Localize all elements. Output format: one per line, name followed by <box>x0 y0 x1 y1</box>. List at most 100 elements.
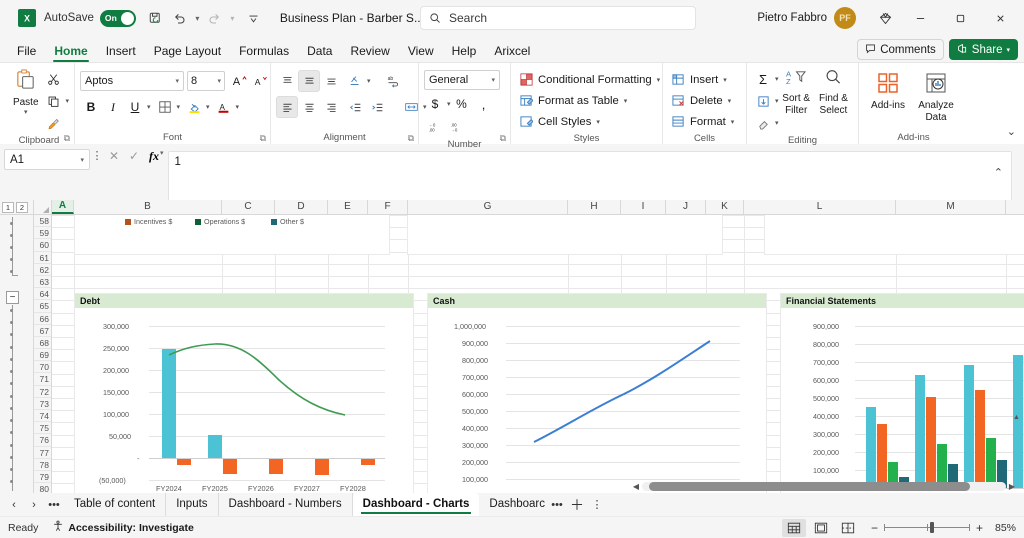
column-header-l[interactable]: L <box>744 200 896 214</box>
paste-dropdown-icon[interactable]: ▾ <box>24 108 28 116</box>
increase-font-size-button[interactable]: A <box>228 70 250 92</box>
format-chevron-icon[interactable]: ▾ <box>731 118 735 126</box>
ribbon-tab-formulas[interactable]: Formulas <box>230 42 298 62</box>
chart-card-debt[interactable]: Debt 300,000 250,000 200,000 150,000 100… <box>74 293 414 493</box>
clear-dropdown-icon[interactable]: ▾ <box>775 119 779 127</box>
font-color-button[interactable]: A <box>213 96 235 118</box>
row-header-79[interactable]: 79 <box>34 471 51 484</box>
chart-card-opex[interactable]: FY2024 FY2025 FY2026 FY2027 FY2028 Salar… <box>74 215 390 255</box>
column-header-a[interactable]: A <box>52 200 74 214</box>
align-top-button[interactable] <box>276 70 298 92</box>
search-box[interactable]: Search <box>420 6 696 30</box>
sheet-tab-dashboard-overflow[interactable]: Dashboarc <box>479 493 547 516</box>
cancel-formula-icon[interactable]: ✕ <box>104 149 124 163</box>
row-header-75[interactable]: 75 <box>34 422 51 435</box>
currency-format-button[interactable]: $ <box>424 93 446 115</box>
sheet-tab-dashboard-charts[interactable]: Dashboard - Charts <box>352 493 480 516</box>
comma-format-button[interactable]: , <box>473 93 495 115</box>
align-center-button[interactable] <box>298 96 320 118</box>
redo-dropdown-icon[interactable]: ▾ <box>227 14 238 23</box>
undo-icon[interactable] <box>168 6 192 30</box>
decrease-indent-button[interactable] <box>344 96 366 118</box>
sheet-tab-table-of-content[interactable]: Table of content <box>64 493 167 516</box>
row-header-72[interactable]: 72 <box>34 386 51 398</box>
fill-color-button[interactable] <box>183 96 205 118</box>
orientation-button[interactable] <box>344 70 366 92</box>
diamond-icon[interactable] <box>870 11 900 26</box>
zoom-track[interactable] <box>883 522 970 533</box>
ribbon-tab-review[interactable]: Review <box>341 42 398 62</box>
horizontal-scroll-thumb[interactable] <box>649 481 970 491</box>
row-header-73[interactable]: 73 <box>34 398 51 410</box>
conditional-formatting-button[interactable]: Conditional Formatting ▾ <box>516 69 663 90</box>
share-chevron-icon[interactable]: ▾ <box>1006 46 1010 54</box>
ribbon-tab-home[interactable]: Home <box>45 42 96 62</box>
font-name-chevron-icon[interactable]: ▾ <box>175 77 179 85</box>
find-select-button[interactable]: Find & Select <box>814 66 853 116</box>
copy-button[interactable] <box>42 90 64 112</box>
align-bottom-button[interactable] <box>320 70 342 92</box>
number-dialog-launcher[interactable]: ⧉ <box>500 133 506 144</box>
cell-styles-chevron-icon[interactable]: ▾ <box>596 118 600 126</box>
column-header-m[interactable]: M <box>896 200 1006 214</box>
percent-format-button[interactable]: % <box>451 93 473 115</box>
row-header-58[interactable]: 58 <box>34 215 51 228</box>
ribbon-tab-insert[interactable]: Insert <box>97 42 145 62</box>
zoom-in-button[interactable]: + <box>976 521 983 535</box>
copy-dropdown-icon[interactable]: ▾ <box>65 97 69 105</box>
share-button[interactable]: Share ▾ <box>948 39 1018 60</box>
redo-icon[interactable] <box>203 6 227 30</box>
format-painter-button[interactable] <box>42 112 64 134</box>
wrap-text-button[interactable]: ab <box>383 70 405 92</box>
new-sheet-button[interactable]: ＋ <box>567 495 587 515</box>
horizontal-scrollbar[interactable]: ◀ ▶ <box>630 479 1018 493</box>
font-size-input[interactable]: 8 ▾ <box>187 71 225 91</box>
orientation-dropdown-icon[interactable]: ▾ <box>367 77 371 85</box>
previous-sheet-icon[interactable]: ‹ <box>4 499 24 511</box>
font-size-chevron-icon[interactable]: ▾ <box>217 77 221 85</box>
formula-input[interactable]: 1 ⌃ <box>167 151 1012 203</box>
scroll-left-arrow-icon[interactable]: ◀ <box>630 482 642 491</box>
column-header-g[interactable]: G <box>408 200 568 214</box>
addins-button[interactable]: Add-ins <box>864 66 912 111</box>
align-left-button[interactable] <box>276 96 298 118</box>
font-dialog-launcher[interactable]: ⧉ <box>260 133 266 144</box>
ribbon-tab-data[interactable]: Data <box>298 42 341 62</box>
ribbon-tab-page-layout[interactable]: Page Layout <box>145 42 230 62</box>
column-header-h[interactable]: H <box>568 200 621 214</box>
currency-dropdown-icon[interactable]: ▾ <box>447 100 451 108</box>
formula-expand-icon[interactable]: ⌃ <box>994 166 1003 179</box>
ribbon-tab-view[interactable]: View <box>399 42 443 62</box>
font-name-input[interactable]: Aptos ▾ <box>80 71 184 91</box>
insert-chevron-icon[interactable]: ▾ <box>723 76 727 84</box>
name-box[interactable]: A1 ▾ <box>4 149 90 170</box>
align-right-button[interactable] <box>320 96 342 118</box>
paste-button[interactable]: Paste ▾ <box>9 66 42 116</box>
zoom-knob[interactable] <box>929 522 934 533</box>
sheet-overflow-icon[interactable]: ••• <box>547 499 567 511</box>
align-middle-button[interactable] <box>298 70 320 92</box>
sheet-options-icon[interactable]: ⋮ <box>587 498 607 511</box>
row-header-63[interactable]: 63 <box>34 276 51 289</box>
format-as-table-button[interactable]: Format as Table ▾ <box>516 90 630 111</box>
row-header-65[interactable]: 65 <box>34 300 51 313</box>
clear-button[interactable] <box>752 112 774 134</box>
outline-level-2-button[interactable]: 2 <box>16 201 28 213</box>
chart-card-headcount[interactable]: - FY2024 FY2025 FY2026 FY2027 Management… <box>764 215 1024 255</box>
bold-button[interactable]: B <box>80 96 102 118</box>
column-header-d[interactable]: D <box>275 200 328 214</box>
decrease-decimal-button[interactable]: .00 →0 <box>446 116 468 138</box>
row-header-66[interactable]: 66 <box>34 313 51 325</box>
column-header-b[interactable]: B <box>74 200 222 214</box>
italic-button[interactable]: I <box>102 96 124 118</box>
number-format-chevron-icon[interactable]: ▾ <box>491 76 495 84</box>
row-header-77[interactable]: 77 <box>34 447 51 459</box>
row-header-68[interactable]: 68 <box>34 337 51 350</box>
decrease-font-size-button[interactable]: A <box>250 70 272 92</box>
row-header-78[interactable]: 78 <box>34 459 51 471</box>
autosum-button[interactable]: Σ <box>752 68 774 90</box>
format-cells-button[interactable]: Format ▾ <box>668 111 737 132</box>
next-sheet-icon[interactable]: › <box>24 499 44 511</box>
ribbon-tab-file[interactable]: File <box>8 42 45 62</box>
column-header-i[interactable]: I <box>621 200 666 214</box>
